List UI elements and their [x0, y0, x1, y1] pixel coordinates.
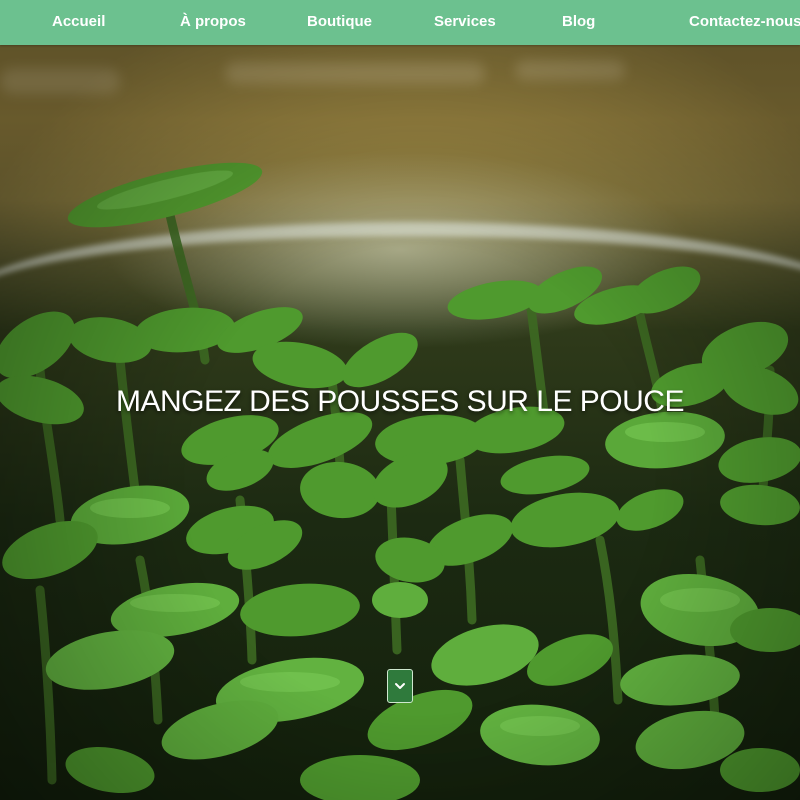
scroll-down-button[interactable]: [387, 669, 413, 703]
nav-item-accueil[interactable]: Accueil: [52, 13, 105, 31]
nav-item-blog[interactable]: Blog: [562, 13, 595, 31]
nav-item-a-propos[interactable]: À propos: [180, 13, 246, 31]
nav-item-contactez-nous[interactable]: Contactez-nous: [689, 13, 800, 31]
chevron-down-icon: [395, 683, 405, 689]
top-navigation-bar: Accueil À propos Boutique Services Blog …: [0, 0, 800, 45]
nav-item-services[interactable]: Services: [434, 13, 496, 31]
hero-title: MANGEZ DES POUSSES SUR LE POUCE: [116, 385, 684, 418]
nav-item-boutique[interactable]: Boutique: [307, 13, 372, 31]
page: Accueil À propos Boutique Services Blog …: [0, 0, 800, 800]
